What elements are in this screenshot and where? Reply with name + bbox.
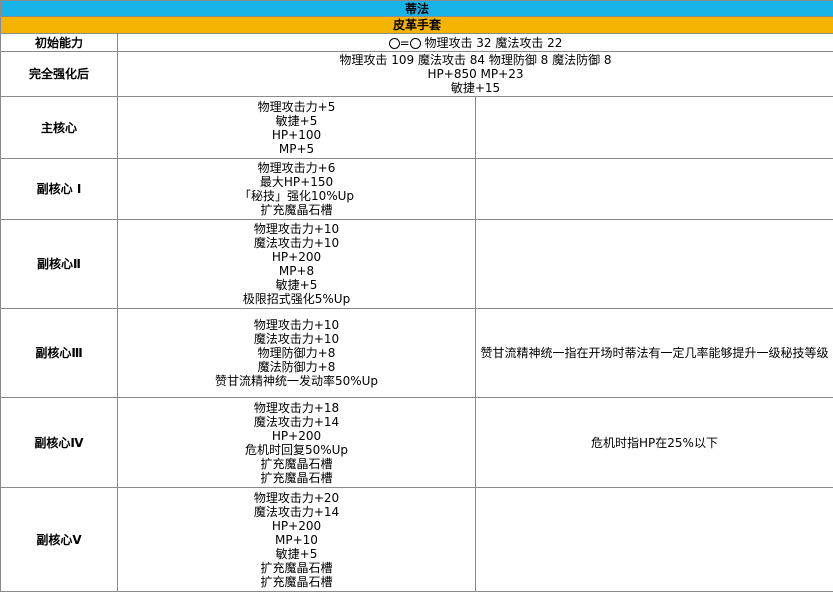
stat-line: 魔法攻击力+14: [253, 504, 340, 519]
stat-line: HP+200: [271, 518, 322, 533]
stat-line: 敏捷+5: [275, 278, 318, 292]
stat-line: 物理防御力+8: [257, 346, 336, 360]
stat-line: 敏捷+15: [450, 81, 501, 95]
stat-line: 敏捷+5: [275, 546, 318, 561]
sub-core-label: 副核心Ⅱ: [0, 219, 118, 309]
equipment-table: 蒂法 皮革手套 初始能力 = 物理攻击 32 魔法攻击 22 完全强化后 物理攻…: [0, 0, 833, 592]
stat-line: HP+100: [271, 127, 322, 142]
core-row: 主核心 物理攻击力+5 敏捷+5 HP+100 MP+5: [0, 96, 833, 159]
stat-line: 「秘技」强化10%Up: [238, 189, 355, 203]
sub-core-stats-cell: 物理攻击力+20 魔法攻击力+14 HP+200 MP+10 敏捷+5 扩充魔晶…: [117, 487, 476, 592]
sub-core-note: 赞甘流精神统一指在开场时蒂法有一定几率能够提升一级秘技等级: [475, 308, 833, 398]
stat-line: 最大HP+150: [259, 175, 334, 189]
stat-line: 魔法攻击力+10: [253, 236, 340, 250]
stat-line: 极限招式强化5%Up: [242, 292, 351, 306]
stat-line: 扩充魔晶石槽: [260, 203, 333, 217]
full-label: 完全强化后: [0, 51, 118, 97]
circle-icon: [388, 37, 400, 49]
stat-line: 危机时回复50%Up: [244, 442, 349, 457]
initial-stats-cell: = 物理攻击 32 魔法攻击 22: [117, 33, 833, 52]
sub-core-stats-cell: 物理攻击力+10 魔法攻击力+10 物理防御力+8 魔法防御力+8 赞甘流精神统…: [117, 308, 476, 398]
full-stats-cell: 物理攻击 109 魔法攻击 84 物理防御 8 魔法防御 8 HP+850 MP…: [117, 51, 833, 97]
stat-line: 扩充魔晶石槽: [260, 560, 333, 575]
sub-core-stats-cell: 物理攻击力+10 魔法攻击力+10 HP+200 MP+8 敏捷+5 极限招式强…: [117, 219, 476, 309]
character-name: 蒂法: [0, 0, 833, 17]
equals-sign: =: [399, 35, 410, 50]
initial-stats: 物理攻击 32 魔法攻击 22: [424, 35, 563, 50]
item-name: 皮革手套: [0, 16, 833, 34]
stat-line: 物理攻击力+10: [253, 222, 340, 236]
stat-line: 魔法攻击力+10: [253, 332, 340, 346]
stat-line: HP+200: [271, 428, 322, 443]
stat-line: 赞甘流精神统一发动率50%Up: [214, 374, 379, 388]
sub-core-note: [475, 219, 833, 309]
sub-core-note: [475, 158, 833, 220]
stat-line: 魔法攻击力+14: [253, 414, 340, 429]
stat-line: 物理攻击力+6: [257, 161, 336, 175]
stat-line: HP+850 MP+23: [427, 67, 524, 81]
stat-line: HP+200: [271, 250, 322, 264]
sub-core-label: 副核心Ⅴ: [0, 487, 118, 592]
sub-core-row: 副核心Ⅴ 物理攻击力+20 魔法攻击力+14 HP+200 MP+10 敏捷+5…: [0, 487, 833, 592]
sub-core-note: [475, 487, 833, 592]
sub-core-stats-cell: 物理攻击力+18 魔法攻击力+14 HP+200 危机时回复50%Up 扩充魔晶…: [117, 397, 476, 488]
circle-icon: [409, 37, 421, 49]
stat-line: MP+8: [278, 264, 315, 278]
initial-row: 初始能力 = 物理攻击 32 魔法攻击 22: [0, 33, 833, 52]
sub-core-row: 副核心 Ⅰ 物理攻击力+6 最大HP+150 「秘技」强化10%Up 扩充魔晶石…: [0, 158, 833, 220]
stat-line: 物理攻击力+18: [253, 400, 340, 415]
stat-line: 敏捷+5: [275, 113, 318, 128]
stat-line: 扩充魔晶石槽: [260, 456, 333, 471]
stat-line: MP+10: [275, 532, 318, 547]
stat-line: MP+5: [278, 141, 315, 156]
stat-line: 物理攻击力+5: [257, 99, 336, 114]
stat-line: 物理攻击 109 魔法攻击 84 物理防御 8 魔法防御 8: [339, 53, 612, 67]
sub-core-note: 危机时指HP在25%以下: [475, 397, 833, 488]
full-row: 完全强化后 物理攻击 109 魔法攻击 84 物理防御 8 魔法防御 8 HP+…: [0, 51, 833, 97]
stat-line: 物理攻击力+20: [253, 490, 340, 505]
item-row: 皮革手套: [0, 16, 833, 34]
stat-line: 扩充魔晶石槽: [260, 470, 333, 485]
stat-line: 魔法防御力+8: [257, 360, 336, 374]
title-row: 蒂法: [0, 0, 833, 17]
sub-core-label: 副核心 Ⅰ: [0, 158, 118, 220]
core-label: 主核心: [0, 96, 118, 159]
initial-label: 初始能力: [0, 33, 118, 52]
core-stats-cell: 物理攻击力+5 敏捷+5 HP+100 MP+5: [117, 96, 476, 159]
stat-line: 物理攻击力+10: [253, 318, 340, 332]
stat-line: 扩充魔晶石槽: [260, 574, 333, 589]
sub-core-label: 副核心Ⅲ: [0, 308, 118, 398]
sub-core-row: 副核心Ⅳ 物理攻击力+18 魔法攻击力+14 HP+200 危机时回复50%Up…: [0, 397, 833, 488]
sub-core-row: 副核心Ⅲ 物理攻击力+10 魔法攻击力+10 物理防御力+8 魔法防御力+8 赞…: [0, 308, 833, 398]
core-note: [475, 96, 833, 159]
sub-core-label: 副核心Ⅳ: [0, 397, 118, 488]
sub-core-row: 副核心Ⅱ 物理攻击力+10 魔法攻击力+10 HP+200 MP+8 敏捷+5 …: [0, 219, 833, 309]
sub-core-stats-cell: 物理攻击力+6 最大HP+150 「秘技」强化10%Up 扩充魔晶石槽: [117, 158, 476, 220]
